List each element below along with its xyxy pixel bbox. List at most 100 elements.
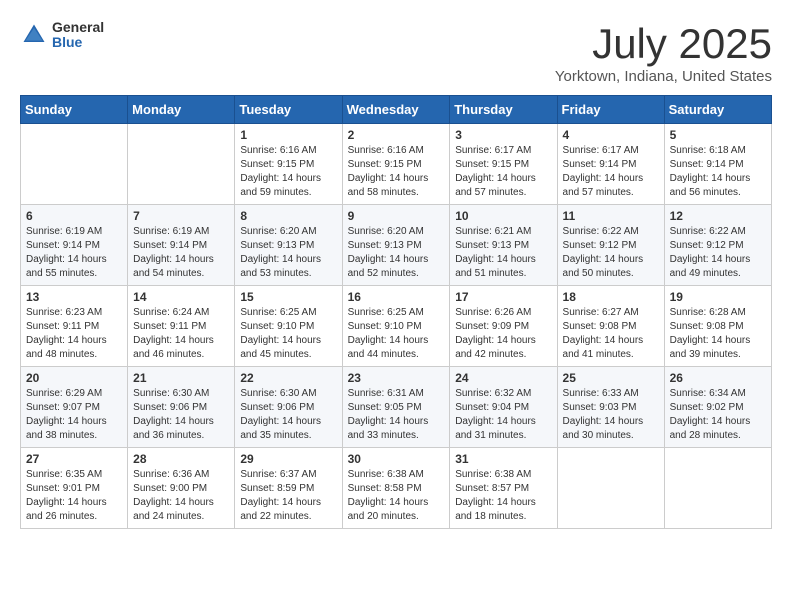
day-number: 24 bbox=[455, 371, 551, 385]
calendar-cell: 30Sunrise: 6:38 AM Sunset: 8:58 PM Dayli… bbox=[342, 448, 450, 529]
day-info: Sunrise: 6:19 AM Sunset: 9:14 PM Dayligh… bbox=[26, 225, 122, 281]
day-info: Sunrise: 6:36 AM Sunset: 9:00 PM Dayligh… bbox=[133, 468, 229, 524]
calendar-cell: 25Sunrise: 6:33 AM Sunset: 9:03 PM Dayli… bbox=[557, 367, 664, 448]
day-number: 16 bbox=[348, 290, 445, 304]
calendar-cell: 6 Sunrise: 6:19 AM Sunset: 9:14 PM Daylig… bbox=[21, 205, 128, 286]
day-number: 18 bbox=[563, 290, 659, 304]
weekday-header: Friday bbox=[557, 96, 664, 124]
calendar-week-row: 6 Sunrise: 6:19 AM Sunset: 9:14 PM Daylig… bbox=[21, 205, 772, 286]
calendar-cell: 10 Sunrise: 6:21 AM Sunset: 9:13 PM Dayli… bbox=[450, 205, 557, 286]
calendar-cell: 14Sunrise: 6:24 AM Sunset: 9:11 PM Dayli… bbox=[128, 286, 235, 367]
day-info: Sunrise: 6:16 AM Sunset: 9:15 PM Dayligh… bbox=[348, 144, 445, 200]
day-number: 10 bbox=[455, 209, 551, 223]
day-info: Sunrise: 6:20 AM Sunset: 9:13 PM Dayligh… bbox=[240, 225, 336, 281]
calendar-cell: 24 Sunrise: 6:32 AM Sunset: 9:04 PM Dayli… bbox=[450, 367, 557, 448]
weekday-header: Saturday bbox=[664, 96, 771, 124]
calendar-cell: 7 Sunrise: 6:19 AM Sunset: 9:14 PM Daylig… bbox=[128, 205, 235, 286]
day-info: Sunrise: 6:16 AM Sunset: 9:15 PM Dayligh… bbox=[240, 144, 336, 200]
day-number: 23 bbox=[348, 371, 445, 385]
day-info: Sunrise: 6:19 AM Sunset: 9:14 PM Dayligh… bbox=[133, 225, 229, 281]
day-number: 29 bbox=[240, 452, 336, 466]
calendar-cell bbox=[128, 124, 235, 205]
calendar-cell: 29 Sunrise: 6:37 AM Sunset: 8:59 PM Dayli… bbox=[235, 448, 342, 529]
calendar-table: SundayMondayTuesdayWednesdayThursdayFrid… bbox=[20, 95, 772, 529]
calendar-cell: 11 Sunrise: 6:22 AM Sunset: 9:12 PM Dayli… bbox=[557, 205, 664, 286]
day-number: 17 bbox=[455, 290, 551, 304]
day-number: 6 bbox=[26, 209, 122, 223]
day-number: 3 bbox=[455, 128, 551, 142]
calendar-cell: 4 Sunrise: 6:17 AM Sunset: 9:14 PM Daylig… bbox=[557, 124, 664, 205]
day-info: Sunrise: 6:17 AM Sunset: 9:15 PM Dayligh… bbox=[455, 144, 551, 200]
day-number: 19 bbox=[670, 290, 766, 304]
day-info: Sunrise: 6:23 AM Sunset: 9:11 PM Dayligh… bbox=[26, 306, 122, 362]
weekday-header-row: SundayMondayTuesdayWednesdayThursdayFrid… bbox=[21, 96, 772, 124]
calendar-cell: 18 Sunrise: 6:27 AM Sunset: 9:08 PM Dayli… bbox=[557, 286, 664, 367]
page-header: General Blue July 2025 Yorktown, Indiana… bbox=[20, 20, 772, 85]
weekday-header: Monday bbox=[128, 96, 235, 124]
calendar-week-row: 20Sunrise: 6:29 AM Sunset: 9:07 PM Dayli… bbox=[21, 367, 772, 448]
day-number: 2 bbox=[348, 128, 445, 142]
calendar-cell: 1 Sunrise: 6:16 AM Sunset: 9:15 PM Daylig… bbox=[235, 124, 342, 205]
calendar-cell bbox=[557, 448, 664, 529]
calendar-cell: 21 Sunrise: 6:30 AM Sunset: 9:06 PM Dayli… bbox=[128, 367, 235, 448]
day-number: 7 bbox=[133, 209, 229, 223]
day-number: 13 bbox=[26, 290, 122, 304]
weekday-header: Wednesday bbox=[342, 96, 450, 124]
calendar-cell: 8Sunrise: 6:20 AM Sunset: 9:13 PM Daylig… bbox=[235, 205, 342, 286]
title-area: July 2025 Yorktown, Indiana, United Stat… bbox=[555, 20, 772, 85]
day-number: 11 bbox=[563, 209, 659, 223]
day-info: Sunrise: 6:38 AM Sunset: 8:57 PM Dayligh… bbox=[455, 468, 551, 524]
logo: General Blue bbox=[20, 20, 104, 51]
calendar-cell: 23 Sunrise: 6:31 AM Sunset: 9:05 PM Dayli… bbox=[342, 367, 450, 448]
day-info: Sunrise: 6:32 AM Sunset: 9:04 PM Dayligh… bbox=[455, 387, 551, 443]
calendar-cell: 27 Sunrise: 6:35 AM Sunset: 9:01 PM Dayli… bbox=[21, 448, 128, 529]
day-number: 4 bbox=[563, 128, 659, 142]
calendar-cell: 26Sunrise: 6:34 AM Sunset: 9:02 PM Dayli… bbox=[664, 367, 771, 448]
day-number: 5 bbox=[670, 128, 766, 142]
day-number: 28 bbox=[133, 452, 229, 466]
day-info: Sunrise: 6:26 AM Sunset: 9:09 PM Dayligh… bbox=[455, 306, 551, 362]
day-info: Sunrise: 6:38 AM Sunset: 8:58 PM Dayligh… bbox=[348, 468, 445, 524]
day-info: Sunrise: 6:35 AM Sunset: 9:01 PM Dayligh… bbox=[26, 468, 122, 524]
day-number: 27 bbox=[26, 452, 122, 466]
day-number: 21 bbox=[133, 371, 229, 385]
day-number: 14 bbox=[133, 290, 229, 304]
day-number: 9 bbox=[348, 209, 445, 223]
calendar-cell: 19 Sunrise: 6:28 AM Sunset: 9:08 PM Dayli… bbox=[664, 286, 771, 367]
calendar-week-row: 13 Sunrise: 6:23 AM Sunset: 9:11 PM Dayli… bbox=[21, 286, 772, 367]
logo-general: General bbox=[52, 20, 104, 35]
calendar-cell bbox=[21, 124, 128, 205]
calendar-cell: 16 Sunrise: 6:25 AM Sunset: 9:10 PM Dayli… bbox=[342, 286, 450, 367]
day-number: 31 bbox=[455, 452, 551, 466]
day-number: 22 bbox=[240, 371, 336, 385]
day-info: Sunrise: 6:25 AM Sunset: 9:10 PM Dayligh… bbox=[348, 306, 445, 362]
logo-text: General Blue bbox=[52, 20, 104, 51]
calendar-cell: 28 Sunrise: 6:36 AM Sunset: 9:00 PM Dayli… bbox=[128, 448, 235, 529]
calendar-cell: 22Sunrise: 6:30 AM Sunset: 9:06 PM Dayli… bbox=[235, 367, 342, 448]
calendar-week-row: 27 Sunrise: 6:35 AM Sunset: 9:01 PM Dayli… bbox=[21, 448, 772, 529]
calendar-cell bbox=[664, 448, 771, 529]
calendar-cell: 13 Sunrise: 6:23 AM Sunset: 9:11 PM Dayli… bbox=[21, 286, 128, 367]
day-info: Sunrise: 6:27 AM Sunset: 9:08 PM Dayligh… bbox=[563, 306, 659, 362]
calendar-cell: 17 Sunrise: 6:26 AM Sunset: 9:09 PM Dayli… bbox=[450, 286, 557, 367]
day-number: 15 bbox=[240, 290, 336, 304]
location: Yorktown, Indiana, United States bbox=[555, 68, 772, 85]
day-info: Sunrise: 6:30 AM Sunset: 9:06 PM Dayligh… bbox=[133, 387, 229, 443]
calendar-cell: 31 Sunrise: 6:38 AM Sunset: 8:57 PM Dayli… bbox=[450, 448, 557, 529]
day-info: Sunrise: 6:21 AM Sunset: 9:13 PM Dayligh… bbox=[455, 225, 551, 281]
logo-icon bbox=[20, 21, 48, 49]
day-number: 26 bbox=[670, 371, 766, 385]
day-number: 20 bbox=[26, 371, 122, 385]
day-info: Sunrise: 6:37 AM Sunset: 8:59 PM Dayligh… bbox=[240, 468, 336, 524]
day-info: Sunrise: 6:22 AM Sunset: 9:12 PM Dayligh… bbox=[563, 225, 659, 281]
month-title: July 2025 bbox=[555, 20, 772, 68]
day-info: Sunrise: 6:28 AM Sunset: 9:08 PM Dayligh… bbox=[670, 306, 766, 362]
day-info: Sunrise: 6:22 AM Sunset: 9:12 PM Dayligh… bbox=[670, 225, 766, 281]
day-number: 1 bbox=[240, 128, 336, 142]
calendar-week-row: 1 Sunrise: 6:16 AM Sunset: 9:15 PM Daylig… bbox=[21, 124, 772, 205]
day-info: Sunrise: 6:20 AM Sunset: 9:13 PM Dayligh… bbox=[348, 225, 445, 281]
day-info: Sunrise: 6:17 AM Sunset: 9:14 PM Dayligh… bbox=[563, 144, 659, 200]
day-info: Sunrise: 6:18 AM Sunset: 9:14 PM Dayligh… bbox=[670, 144, 766, 200]
calendar-cell: 2 Sunrise: 6:16 AM Sunset: 9:15 PM Daylig… bbox=[342, 124, 450, 205]
day-info: Sunrise: 6:31 AM Sunset: 9:05 PM Dayligh… bbox=[348, 387, 445, 443]
